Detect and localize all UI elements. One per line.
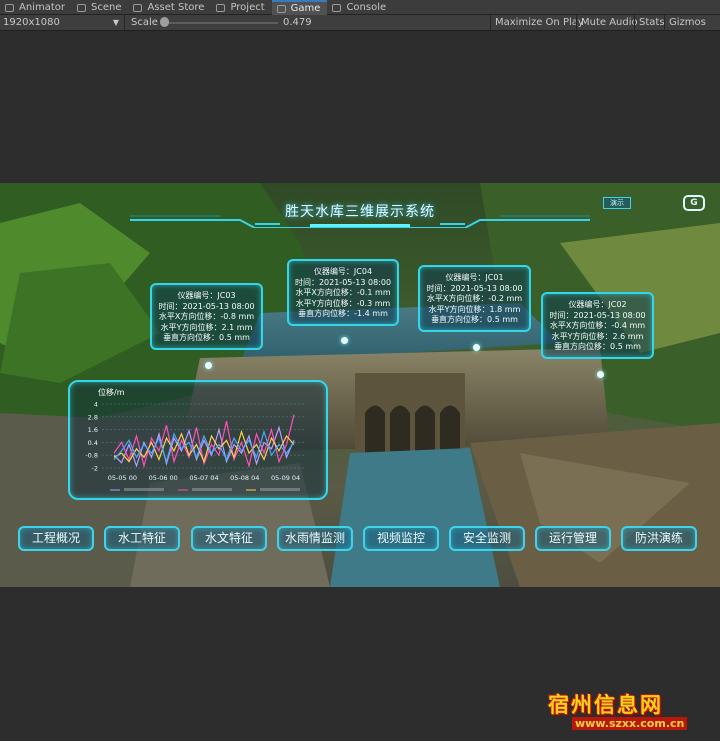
instrument-marker-jc02[interactable] [597,371,604,378]
game-toolbar: 1920x1080 ▼ Scale 0.479 Maximize On Play … [0,15,720,31]
site-watermark-logo: 宿州信息网 www.szxx.com.cn [548,689,698,733]
instrument-time: 时间：2021-05-13 08:00 [549,310,646,320]
instrument-x-displacement: 水平X方向位移：-0.2 mm [426,294,523,303]
watermark-title: 宿州信息网 [548,693,663,717]
nav-flood-drill[interactable]: 防洪演练 [621,526,697,551]
chart-y-tick-label: -2 [92,465,98,473]
instrument-x-displacement: 水平X方向位移：-0.1 mm [295,288,391,297]
tab-console[interactable]: Console [327,0,393,15]
tab-animator[interactable]: Animator [0,0,72,15]
game-view[interactable]: 胜天水库三维展示系统 演示 G 仪器编号：JC03 时间：2021-05-13 … [0,183,720,587]
instrument-id: 仪器编号：JC03 [177,291,236,300]
instrument-time: 时间：2021-05-13 08:00 [426,283,523,293]
instrument-panel-jc02[interactable]: 仪器编号：JC02 时间：2021-05-13 08:00 水平X方向位移：-0… [541,292,654,359]
instrument-id: 仪器编号：JC04 [313,267,373,276]
chart-x-tick-label: 05-05 00 [108,474,137,482]
tab-label: Scene [90,2,122,13]
instrument-x-displacement: 水平X方向位移：-0.8 mm [158,312,255,321]
scale-slider-track[interactable] [163,22,278,24]
instrument-z-displacement: 垂直方向位移：0.5 mm [163,333,250,342]
chart-x-tick-label: 05-07 04 [189,474,218,482]
tab-label: Project [230,2,265,13]
instrument-z-displacement: 垂直方向位移：0.5 mm [554,342,641,351]
instrument-y-displacement: 水平Y方向位移：2.1 mm [160,322,253,332]
chart-series-line-4 [113,429,295,464]
instrument-panel-jc03[interactable]: 仪器编号：JC03 时间：2021-05-13 08:00 水平X方向位移：-0… [150,283,263,350]
instrument-marker-jc04[interactable] [341,337,348,344]
displacement-chart-panel: 位移/m 4 2.8 1.6 0.4 -0.8 -2 05-05 00 05-06 00 05… [68,380,328,500]
tab-label: Animator [19,2,65,13]
animator-icon [5,3,14,12]
chart-x-tick-label: 05-09 04 [271,474,300,482]
chart-y-axis-label: 位移/m [98,387,125,397]
chart-x-tick-label: 05-08 04 [230,474,259,482]
chevron-down-icon: ▼ [112,18,119,27]
demo-button[interactable]: 演示 [603,197,631,209]
nav-hydraulic-features[interactable]: 水工特征 [104,526,180,551]
resolution-value: 1920x1080 [3,17,60,28]
project-icon [216,3,226,12]
tab-label: Console [346,2,387,13]
chart-y-tick-label: 1.6 [88,426,98,434]
tab-label: Asset Store [147,2,205,13]
instrument-z-displacement: 垂直方向位移：0.5 mm [431,315,518,324]
editor-tab-bar: Animator Scene Asset Store Project Game … [0,0,720,15]
game-view-letterbox-top [0,32,720,183]
nav-hydrological-features[interactable]: 水文特征 [191,526,267,551]
chart-y-tick-label: -0.8 [85,452,98,460]
nav-project-overview[interactable]: 工程概况 [18,526,94,551]
scene-icon [76,3,86,12]
chart-y-tick-label: 4 [94,401,98,409]
unity-editor-window: Animator Scene Asset Store Project Game … [0,0,720,741]
instrument-id: 仪器编号：JC01 [445,273,504,282]
instrument-marker-jc01[interactable] [473,344,480,351]
tab-label: Game [290,3,321,14]
instrument-y-displacement: 水平Y方向位移：2.6 mm [551,331,644,341]
page-title: 胜天水库三维展示系统 [285,204,435,220]
tab-project[interactable]: Project [211,0,271,15]
chart-y-tick-label: 0.4 [88,439,98,447]
app-header: 胜天水库三维展示系统 [130,198,590,228]
displacement-chart: 位移/m 4 2.8 1.6 0.4 -0.8 -2 05-05 00 05-06 00 05… [85,387,306,491]
tab-game[interactable]: Game [271,0,328,15]
tab-asset-store[interactable]: Asset Store [128,0,211,15]
resolution-dropdown[interactable]: 1920x1080 ▼ [0,15,125,30]
gizmos-button[interactable]: Gizmos [664,15,710,30]
instrument-time: 时间：2021-05-13 08:00 [294,277,392,287]
instrument-panel-jc04[interactable]: 仪器编号：JC04 时间：2021-05-13 08:00 水平X方向位移：-0… [287,259,399,326]
scale-label: Scale [131,17,158,28]
game-icon [276,4,286,13]
instrument-time: 时间：2021-05-13 08:00 [158,301,255,311]
chart-legend [110,488,300,491]
logo-icon: G [683,195,705,211]
instrument-id: 仪器编号：JC02 [568,300,627,309]
nav-operation-management[interactable]: 运行管理 [535,526,611,551]
nav-water-rain-monitoring[interactable]: 水雨情监测 [277,526,353,551]
nav-video-surveillance[interactable]: 视频监控 [363,526,439,551]
instrument-y-displacement: 水平Y方向位移：1.8 mm [428,304,521,314]
asset-store-icon [133,3,143,12]
chart-y-tick-label: 2.8 [88,413,98,421]
instrument-y-displacement: 水平Y方向位移：-0.3 mm [295,298,391,308]
scale-slider-handle[interactable] [160,17,169,27]
instrument-x-displacement: 水平X方向位移：-0.4 mm [549,321,646,330]
chart-x-tick-label: 05-06 00 [149,474,178,482]
scale-value: 0.479 [283,17,312,28]
watermark-url: www.szxx.com.cn [572,717,688,730]
instrument-marker-jc03[interactable] [205,362,212,369]
console-icon [332,3,342,12]
instrument-z-displacement: 垂直方向位移：-1.4 mm [298,309,388,318]
mute-audio-button[interactable]: Mute Audio [576,15,642,30]
instrument-panel-jc01[interactable]: 仪器编号：JC01 时间：2021-05-13 08:00 水平X方向位移：-0… [418,265,531,332]
tab-scene[interactable]: Scene [72,0,129,15]
nav-safety-monitoring[interactable]: 安全监测 [449,526,525,551]
maximize-on-play-button[interactable]: Maximize On Play [490,15,588,30]
